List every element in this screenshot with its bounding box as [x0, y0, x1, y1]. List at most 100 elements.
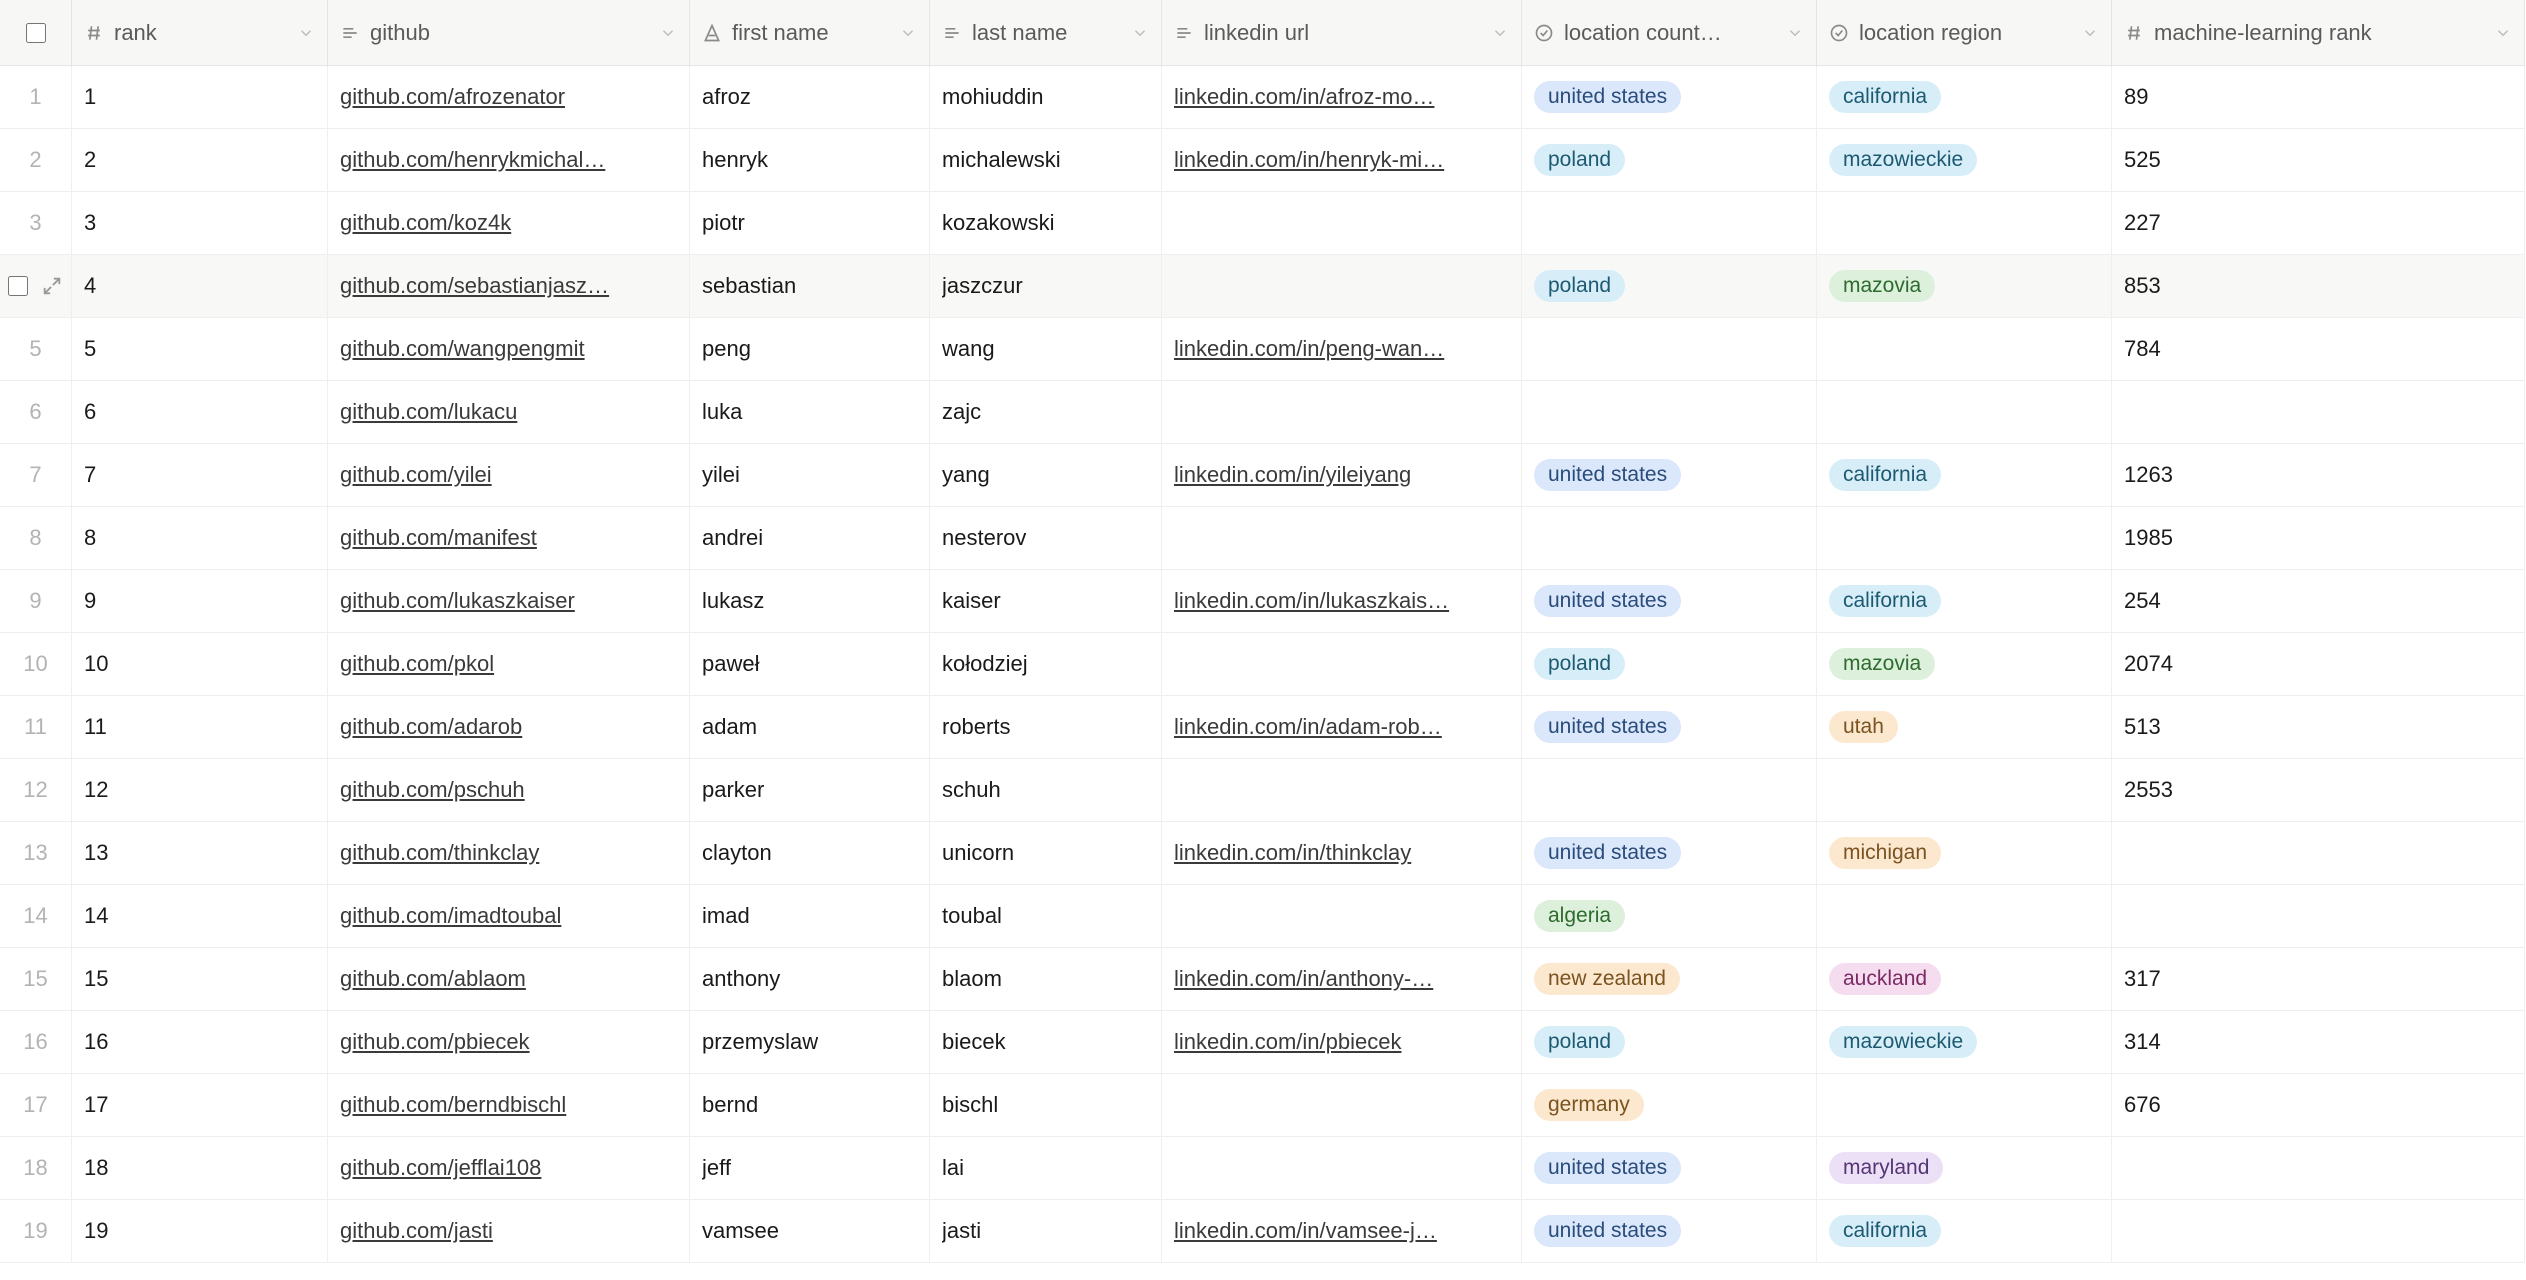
cell-first-name[interactable]: clayton [690, 822, 930, 885]
cell-last-name[interactable]: biecek [930, 1011, 1162, 1074]
row-number-gutter[interactable]: 11 [0, 696, 72, 759]
row-number-gutter[interactable]: 18 [0, 1137, 72, 1200]
cell-rank[interactable]: 9 [72, 570, 328, 633]
cell-location-country[interactable]: united states [1522, 570, 1817, 633]
cell-first-name[interactable]: imad [690, 885, 930, 948]
cell-linkedin[interactable]: linkedin.com/in/thinkclay [1162, 822, 1522, 885]
github-link[interactable]: github.com/adarob [340, 714, 677, 740]
cell-first-name[interactable]: vamsee [690, 1200, 930, 1263]
cell-rank[interactable]: 8 [72, 507, 328, 570]
cell-first-name[interactable]: paweł [690, 633, 930, 696]
cell-first-name[interactable]: adam [690, 696, 930, 759]
cell-ml-rank[interactable]: 784 [2112, 318, 2525, 381]
linkedin-link[interactable]: linkedin.com/in/pbiecek [1174, 1029, 1509, 1055]
cell-location-country[interactable] [1522, 507, 1817, 570]
cell-rank[interactable]: 1 [72, 66, 328, 129]
github-link[interactable]: github.com/koz4k [340, 210, 677, 236]
row-number-gutter[interactable]: 6 [0, 381, 72, 444]
cell-rank[interactable]: 7 [72, 444, 328, 507]
cell-location-country[interactable]: germany [1522, 1074, 1817, 1137]
cell-ml-rank[interactable] [2112, 1200, 2525, 1263]
cell-github[interactable]: github.com/adarob [328, 696, 690, 759]
row-number-gutter[interactable]: 14 [0, 885, 72, 948]
linkedin-link[interactable]: linkedin.com/in/henryk-mi… [1174, 147, 1509, 173]
chevron-down-icon[interactable] [1491, 24, 1509, 42]
cell-location-region[interactable] [1817, 318, 2112, 381]
cell-location-country[interactable]: united states [1522, 1137, 1817, 1200]
cell-last-name[interactable]: nesterov [930, 507, 1162, 570]
chevron-down-icon[interactable] [899, 24, 917, 42]
cell-ml-rank[interactable] [2112, 381, 2525, 444]
cell-rank[interactable]: 16 [72, 1011, 328, 1074]
cell-rank[interactable]: 15 [72, 948, 328, 1011]
cell-last-name[interactable]: kozakowski [930, 192, 1162, 255]
cell-github[interactable]: github.com/yilei [328, 444, 690, 507]
cell-first-name[interactable]: piotr [690, 192, 930, 255]
country-pill[interactable]: united states [1534, 711, 1681, 743]
region-pill[interactable]: mazowieckie [1829, 1026, 1977, 1058]
row-number-gutter[interactable]: 1 [0, 66, 72, 129]
cell-first-name[interactable]: parker [690, 759, 930, 822]
cell-linkedin[interactable]: linkedin.com/in/anthony-… [1162, 948, 1522, 1011]
select-all-header[interactable] [0, 0, 72, 66]
linkedin-link[interactable]: linkedin.com/in/afroz-mo… [1174, 84, 1509, 110]
cell-ml-rank[interactable] [2112, 1137, 2525, 1200]
cell-first-name[interactable]: jeff [690, 1137, 930, 1200]
cell-ml-rank[interactable]: 2074 [2112, 633, 2525, 696]
cell-last-name[interactable]: unicorn [930, 822, 1162, 885]
row-number-gutter[interactable]: 7 [0, 444, 72, 507]
cell-github[interactable]: github.com/pkol [328, 633, 690, 696]
cell-ml-rank[interactable]: 254 [2112, 570, 2525, 633]
linkedin-link[interactable]: linkedin.com/in/yileiyang [1174, 462, 1509, 488]
cell-location-region[interactable] [1817, 192, 2112, 255]
cell-first-name[interactable]: afroz [690, 66, 930, 129]
cell-location-country[interactable]: poland [1522, 633, 1817, 696]
cell-location-region[interactable]: mazovia [1817, 255, 2112, 318]
cell-ml-rank[interactable]: 227 [2112, 192, 2525, 255]
region-pill[interactable]: maryland [1829, 1152, 1943, 1184]
cell-last-name[interactable]: bischl [930, 1074, 1162, 1137]
linkedin-link[interactable]: linkedin.com/in/anthony-… [1174, 966, 1509, 992]
cell-location-region[interactable]: auckland [1817, 948, 2112, 1011]
region-pill[interactable]: utah [1829, 711, 1898, 743]
chevron-down-icon[interactable] [297, 24, 315, 42]
cell-location-country[interactable]: algeria [1522, 885, 1817, 948]
github-link[interactable]: github.com/thinkclay [340, 840, 677, 866]
region-pill[interactable]: california [1829, 459, 1941, 491]
region-pill[interactable]: california [1829, 585, 1941, 617]
cell-rank[interactable]: 13 [72, 822, 328, 885]
country-pill[interactable]: poland [1534, 270, 1625, 302]
cell-ml-rank[interactable]: 1263 [2112, 444, 2525, 507]
cell-linkedin[interactable] [1162, 1074, 1522, 1137]
cell-last-name[interactable]: jasti [930, 1200, 1162, 1263]
region-pill[interactable]: california [1829, 81, 1941, 113]
row-number-gutter[interactable]: 12 [0, 759, 72, 822]
cell-ml-rank[interactable]: 525 [2112, 129, 2525, 192]
cell-github[interactable]: github.com/sebastianjasz… [328, 255, 690, 318]
cell-location-region[interactable]: mazowieckie [1817, 1011, 2112, 1074]
cell-github[interactable]: github.com/afrozenator [328, 66, 690, 129]
country-pill[interactable]: poland [1534, 648, 1625, 680]
cell-last-name[interactable]: mohiuddin [930, 66, 1162, 129]
cell-rank[interactable]: 6 [72, 381, 328, 444]
cell-ml-rank[interactable]: 513 [2112, 696, 2525, 759]
linkedin-link[interactable]: linkedin.com/in/adam-rob… [1174, 714, 1509, 740]
cell-location-region[interactable] [1817, 1074, 2112, 1137]
cell-linkedin[interactable]: linkedin.com/in/lukaszkais… [1162, 570, 1522, 633]
cell-linkedin[interactable] [1162, 885, 1522, 948]
cell-github[interactable]: github.com/berndbischl [328, 1074, 690, 1137]
cell-first-name[interactable]: henryk [690, 129, 930, 192]
cell-ml-rank[interactable]: 676 [2112, 1074, 2525, 1137]
cell-last-name[interactable]: schuh [930, 759, 1162, 822]
row-number-gutter[interactable]: 10 [0, 633, 72, 696]
column-header-first_name[interactable]: first name [690, 0, 930, 66]
cell-location-country[interactable]: united states [1522, 822, 1817, 885]
cell-linkedin[interactable]: linkedin.com/in/yileiyang [1162, 444, 1522, 507]
cell-linkedin[interactable]: linkedin.com/in/henryk-mi… [1162, 129, 1522, 192]
country-pill[interactable]: poland [1534, 144, 1625, 176]
cell-last-name[interactable]: wang [930, 318, 1162, 381]
cell-rank[interactable]: 2 [72, 129, 328, 192]
cell-ml-rank[interactable]: 314 [2112, 1011, 2525, 1074]
cell-github[interactable]: github.com/ablaom [328, 948, 690, 1011]
linkedin-link[interactable]: linkedin.com/in/peng-wan… [1174, 336, 1509, 362]
